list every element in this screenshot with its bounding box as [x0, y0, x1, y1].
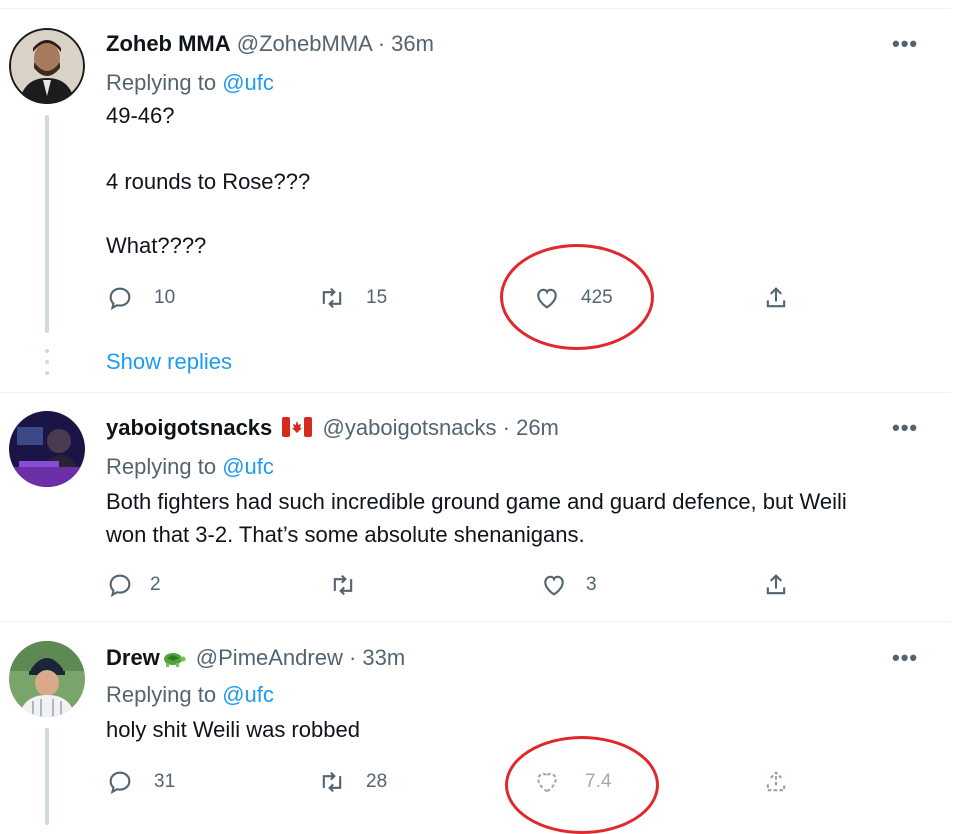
more-options-icon[interactable]: •••: [892, 33, 918, 55]
turtle-icon: [163, 653, 186, 667]
user-handle[interactable]: @PimeAndrew: [196, 645, 343, 670]
reply-button[interactable]: 10: [106, 284, 175, 312]
timeline: Zoheb MMA @ZohebMMA · 36m ••• Replying t…: [0, 0, 950, 834]
avatar[interactable]: [9, 641, 85, 717]
replying-prefix: Replying to: [106, 454, 217, 479]
share-icon: [766, 287, 786, 308]
thread-gap-dots: [45, 349, 49, 382]
tweet-text-line: 49-46?: [106, 103, 175, 128]
tweet-text-line: What????: [106, 233, 207, 258]
display-name[interactable]: yaboigotsnacks: [106, 415, 272, 440]
tweet-header: yaboigotsnacks @yaboigotsnacks · 26m: [106, 414, 559, 442]
like-button[interactable]: 3: [540, 571, 597, 599]
reply-button[interactable]: 2: [106, 571, 161, 599]
timestamp[interactable]: · 26m: [503, 415, 559, 440]
retweet-count: 28: [366, 771, 388, 792]
retweet-icon: [333, 574, 353, 596]
tweet-header: Zoheb MMA @ZohebMMA · 36m: [106, 30, 434, 58]
reply-count: 2: [150, 574, 161, 595]
share-button[interactable]: [762, 571, 790, 599]
tweet-text: Both fighters had such incredible ground…: [106, 485, 847, 551]
replying-to: Replying to @ufc: [106, 681, 274, 709]
share-button[interactable]: [762, 284, 790, 312]
retweet-icon: [322, 287, 342, 309]
replying-prefix: Replying to: [106, 682, 217, 707]
tweet-text: 49-46? 4 rounds to Rose??? What????: [106, 99, 310, 262]
reply-icon: [109, 771, 131, 795]
timestamp[interactable]: · 36m: [378, 31, 434, 56]
avatar[interactable]: [9, 28, 85, 104]
tweet-text-line: holy shit Weili was robbed: [106, 717, 360, 742]
tweet-text: holy shit Weili was robbed: [106, 713, 360, 746]
replying-to: Replying to @ufc: [106, 69, 274, 97]
like-count: 3: [586, 574, 597, 595]
reply-count: 31: [154, 771, 176, 792]
tweet-2[interactable]: yaboigotsnacks @yaboigotsnacks · 26m •••…: [0, 393, 950, 621]
thread-line: [45, 728, 49, 825]
timestamp[interactable]: · 33m: [349, 645, 405, 670]
retweet-button[interactable]: 15: [318, 284, 387, 312]
retweet-count: 15: [366, 287, 388, 308]
reply-icon: [109, 287, 131, 311]
more-options-icon[interactable]: •••: [892, 647, 918, 669]
retweet-button[interactable]: [329, 571, 357, 599]
tweet-1[interactable]: Zoheb MMA @ZohebMMA · 36m ••• Replying t…: [0, 0, 950, 392]
tweet-header: Drew @PimeAndrew · 33m: [106, 644, 405, 672]
replying-to-handle[interactable]: @ufc: [222, 70, 274, 95]
show-replies-link[interactable]: Show replies: [106, 349, 232, 375]
tweet-text-line: won that 3-2. That’s some absolute shena…: [106, 522, 585, 547]
replying-to-handle[interactable]: @ufc: [222, 454, 274, 479]
reply-icon: [109, 574, 131, 598]
tweet-3[interactable]: Drew @PimeAndrew · 33m ••• Replying to @…: [0, 622, 950, 834]
annotation-circle: [505, 736, 659, 834]
user-handle[interactable]: @ZohebMMA: [237, 31, 372, 56]
display-name[interactable]: Drew: [106, 645, 160, 670]
heart-icon: [544, 575, 564, 596]
more-options-icon[interactable]: •••: [892, 417, 918, 439]
retweet-button[interactable]: 28: [318, 768, 387, 796]
thread-line: [45, 115, 49, 333]
share-button[interactable]: [762, 768, 790, 796]
replying-prefix: Replying to: [106, 70, 217, 95]
annotation-circle: [500, 244, 654, 350]
replying-to: Replying to @ufc: [106, 453, 274, 481]
display-name[interactable]: Zoheb MMA: [106, 31, 231, 56]
share-icon: [766, 574, 786, 595]
user-handle[interactable]: @yaboigotsnacks: [323, 415, 497, 440]
reply-count: 10: [154, 287, 176, 308]
tweet-text-line: Both fighters had such incredible ground…: [106, 489, 847, 514]
reply-button[interactable]: 31: [106, 768, 175, 796]
share-icon: [766, 771, 786, 792]
canada-flag-icon: [282, 417, 313, 437]
avatar[interactable]: [9, 411, 85, 487]
retweet-icon: [322, 771, 342, 793]
replying-to-handle[interactable]: @ufc: [222, 682, 274, 707]
tweet-text-line: 4 rounds to Rose???: [106, 169, 311, 194]
